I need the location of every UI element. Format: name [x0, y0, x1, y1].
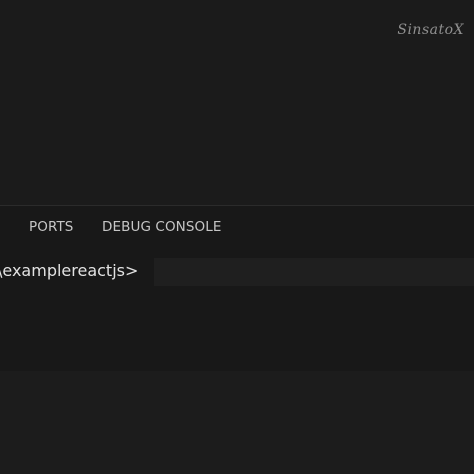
- bottom-panel: PORTS DEBUG CONSOLE \examplereactjs>: [0, 206, 474, 371]
- watermark: SinsatoX: [397, 22, 464, 38]
- editor-area[interactable]: SinsatoX: [0, 0, 474, 205]
- tab-ports[interactable]: PORTS: [29, 219, 73, 235]
- terminal-prompt: \examplereactjs>: [0, 261, 139, 280]
- status-area: [0, 371, 474, 474]
- app-window: SinsatoX PORTS DEBUG CONSOLE \examplerea…: [0, 0, 474, 474]
- tab-debug-console[interactable]: DEBUG CONSOLE: [102, 219, 222, 235]
- panel-tabs: PORTS DEBUG CONSOLE: [0, 206, 474, 250]
- terminal-cursor-line-highlight: [154, 258, 474, 286]
- terminal-input-line[interactable]: \examplereactjs>: [0, 258, 474, 286]
